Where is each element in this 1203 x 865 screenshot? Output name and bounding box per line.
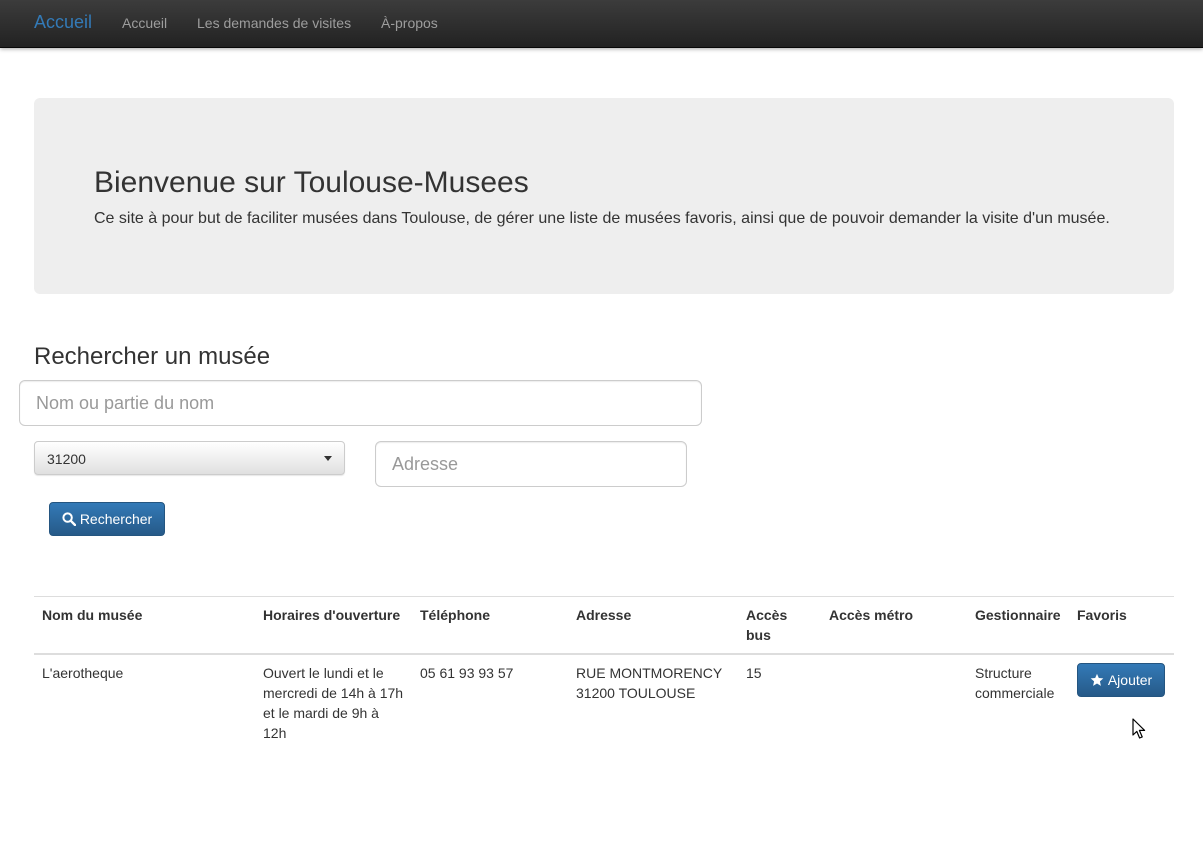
museum-table: Nom du musée Horaires d'ouverture Téléph…	[34, 596, 1174, 751]
intro-text: Ce site à pour but de faciliter musées d…	[94, 210, 1110, 227]
address-input[interactable]	[375, 441, 687, 487]
search-button[interactable]: Rechercher	[49, 502, 165, 536]
cell-nom: L'aerotheque	[42, 665, 124, 681]
cell-favoris: Ajouter	[1069, 654, 1174, 751]
cell-telephone: 05 61 93 93 57	[420, 665, 514, 681]
navbar-brand[interactable]: Accueil	[34, 12, 92, 33]
table-header-row: Nom du musée Horaires d'ouverture Téléph…	[34, 596, 1174, 655]
column-header-favoris: Favoris	[1069, 596, 1174, 655]
jumbotron: Bienvenue sur Toulouse-Musees Ce site à …	[34, 98, 1174, 294]
cell-gestionnaire: Structure commerciale	[975, 665, 1055, 701]
navbar: Accueil Accueil Les demandes de visites …	[0, 0, 1203, 48]
search-title: Rechercher un musée	[34, 343, 271, 370]
nav-link-a-propos[interactable]: À-propos	[381, 15, 438, 31]
column-header-telephone: Téléphone	[412, 596, 568, 655]
museum-name-input[interactable]	[19, 380, 702, 426]
chevron-down-icon	[324, 456, 332, 461]
column-header-adresse: Adresse	[568, 596, 738, 655]
star-icon	[1090, 673, 1104, 687]
add-favorite-button[interactable]: Ajouter	[1077, 663, 1165, 697]
column-header-nom: Nom du musée	[34, 596, 255, 655]
search-icon	[62, 512, 76, 526]
cell-bus: 15	[746, 665, 762, 681]
cell-horaires: Ouvert le lundi et le mercredi de 14h à …	[263, 665, 404, 741]
page-title: Bienvenue sur Toulouse-Musees	[94, 166, 529, 199]
cell-adresse: RUE MONTMORENCY 31200 TOULOUSE	[576, 665, 722, 701]
column-header-acces-metro: Accès métro	[821, 596, 967, 655]
add-favorite-label: Ajouter	[1107, 672, 1153, 688]
nav-link-demandes-visites[interactable]: Les demandes de visites	[197, 15, 351, 31]
search-button-label: Rechercher	[79, 511, 153, 527]
column-header-horaires: Horaires d'ouverture	[255, 596, 412, 655]
postal-code-select[interactable]: 31200	[34, 441, 345, 475]
nav-link-accueil[interactable]: Accueil	[122, 15, 167, 31]
column-header-acces-bus: Accès bus	[738, 596, 821, 655]
mouse-cursor-icon	[1132, 718, 1146, 743]
column-header-gestionnaire: Gestionnaire	[967, 596, 1069, 655]
table-row: L'aerotheque Ouvert le lundi et le mercr…	[34, 654, 1174, 751]
postal-code-value: 31200	[47, 451, 86, 467]
cell-metro	[821, 654, 967, 751]
